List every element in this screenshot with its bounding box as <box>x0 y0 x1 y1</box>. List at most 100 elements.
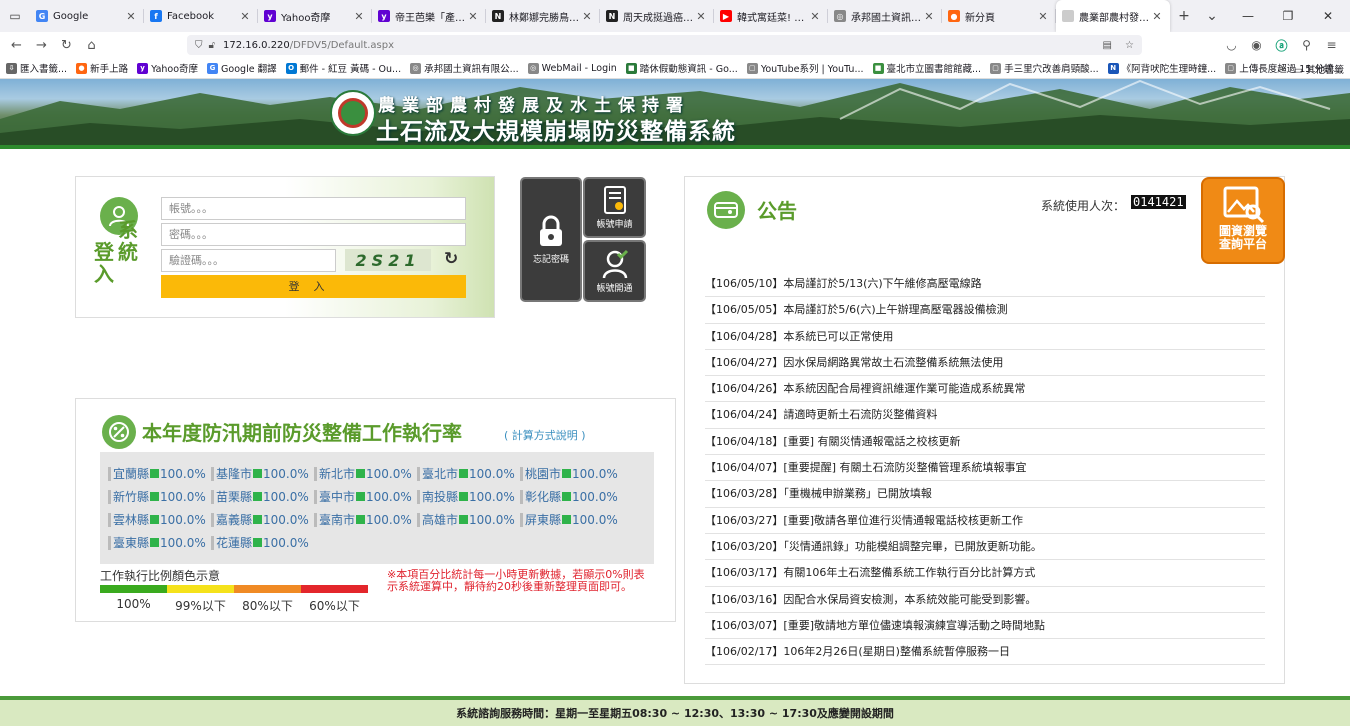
forgot-password-button[interactable]: 忘記密碼 <box>520 177 582 302</box>
pocket-icon[interactable]: ◡ <box>1219 35 1244 55</box>
announcement-item[interactable]: 【106/04/26】本系統因配合局裡資訊維運作業可能造成系統異常 <box>705 376 1265 403</box>
county-rate-cell[interactable]: 彰化縣 100.0% <box>520 488 623 505</box>
close-tab-icon[interactable]: ✕ <box>466 10 480 23</box>
bookmark-item[interactable]: N 《阿背吠陀生理時鐘... <box>1107 61 1216 75</box>
announcement-item[interactable]: 【106/04/07】[重要提醒] 有關土石流防災整備管理系統填報事宜 <box>705 455 1265 482</box>
bookmarks-overflow-icon[interactable]: » <box>1280 63 1286 74</box>
close-tab-icon[interactable]: ✕ <box>1150 10 1164 23</box>
bookmark-item[interactable]: ■ 踏休假動態資訊 - Go... <box>625 61 738 75</box>
browser-tab[interactable]: y Yahoo奇摩 ✕ <box>258 0 372 32</box>
bookmark-item[interactable]: ■ 臺北市立圖書館館藏... <box>872 61 981 75</box>
password-input[interactable]: 密碼。。。 <box>161 223 466 246</box>
lock-icon[interactable]: 🔓︎ <box>209 40 215 51</box>
county-rate-cell[interactable]: 桃園市 100.0% <box>520 465 623 482</box>
account-input[interactable]: 帳號。。。 <box>161 197 466 220</box>
county-rate-cell[interactable]: 南投縣 100.0% <box>417 488 520 505</box>
apply-account-button[interactable]: 帳號申請 <box>583 177 646 238</box>
close-tab-icon[interactable]: ✕ <box>238 10 252 23</box>
county-rate-cell[interactable]: 苗栗縣 100.0% <box>211 488 314 505</box>
announcement-item[interactable]: 【106/04/24】請適時更新土石流防災整備資料 <box>705 402 1265 429</box>
close-tab-icon[interactable]: ✕ <box>808 10 822 23</box>
tab-list-icon[interactable]: ▭ <box>0 0 30 32</box>
bookmark-favicon-icon: ■ <box>625 62 637 74</box>
refresh-captcha-icon[interactable]: ↻ <box>444 250 462 268</box>
county-name: 南投縣 <box>422 490 459 504</box>
home-icon[interactable]: ⌂ <box>79 33 104 57</box>
shield-icon[interactable]: ⛉ <box>195 40 203 51</box>
extension-a-icon[interactable]: ⓐ <box>1269 35 1294 55</box>
bookmark-item[interactable]: ◎ 承邦國土資訊有限公... <box>410 61 519 75</box>
browser-tab[interactable]: y 帝王芭樂「產量僅剩✕ <box>372 0 486 32</box>
browser-tab[interactable]: f Facebook ✕ <box>144 0 258 32</box>
bookmark-star-icon[interactable]: ☆ <box>1125 40 1134 51</box>
browser-tab[interactable]: N 周天成挺過癌症低米✕ <box>600 0 714 32</box>
announcement-item[interactable]: 【106/03/20】「災情通訊錄」功能模組調整完畢，已開放更新功能。 <box>705 534 1265 561</box>
other-bookmarks-label: 其他書籤 <box>1305 64 1344 76</box>
announcement-item[interactable]: 【106/03/27】[重要]敬請各單位進行災情通報電話校核更新工作 <box>705 508 1265 534</box>
announcement-item[interactable]: 【106/05/10】本局謹訂於5/13(六)下午維修高壓電線路 <box>705 271 1265 298</box>
county-rate-cell[interactable]: 新竹縣 100.0% <box>108 488 211 505</box>
maximize-icon[interactable]: ❐ <box>1268 0 1308 32</box>
bookmark-item[interactable]: ◎ WebMail - Login <box>527 62 617 74</box>
county-rate-cell[interactable]: 臺南市 100.0% <box>314 511 417 528</box>
announcement-item[interactable]: 【106/03/17】有關106年土石流整備系統工作執行百分比計算方式 <box>705 560 1265 587</box>
close-tab-icon[interactable]: ✕ <box>694 10 708 23</box>
extensions-icon[interactable]: ⚲ <box>1294 35 1319 55</box>
county-rate-cell[interactable]: 基隆市 100.0% <box>211 465 314 482</box>
other-bookmarks[interactable]: ▭ 其他書籤 <box>1294 62 1344 76</box>
bookmark-item[interactable]: G Google 翻譯 <box>207 61 277 75</box>
browser-tab[interactable]: G Google ✕ <box>30 0 144 32</box>
county-rate-cell[interactable]: 屏東縣 100.0% <box>520 511 623 528</box>
close-tab-icon[interactable]: ✕ <box>922 10 936 23</box>
county-rate-cell[interactable]: 嘉義縣 100.0% <box>211 511 314 528</box>
close-tab-icon[interactable]: ✕ <box>1036 10 1050 23</box>
county-rate-cell[interactable]: 臺東縣 100.0% <box>108 534 211 551</box>
close-tab-icon[interactable]: ✕ <box>352 10 366 23</box>
map-gallery-button[interactable]: 圖資瀏覽 查詢平台 <box>1201 177 1285 264</box>
county-rate-cell[interactable]: 高雄市 100.0% <box>417 511 520 528</box>
calculation-help-link[interactable]: ( 計算方式說明 ) <box>504 427 586 443</box>
account-icon[interactable]: ◉ <box>1244 35 1269 55</box>
bookmark-item[interactable]: ● 新手上路 <box>76 61 128 75</box>
bookmark-item[interactable]: ▢ YouTube系列 | YouTu... <box>746 61 864 75</box>
county-rate-cell[interactable]: 雲林縣 100.0% <box>108 511 211 528</box>
close-tab-icon[interactable]: ✕ <box>124 10 138 23</box>
login-button[interactable]: 登入 <box>161 275 466 298</box>
browser-tab[interactable]: N 林鄭娜完勝鳥益別判✕ <box>486 0 600 32</box>
back-icon[interactable]: ← <box>4 33 29 57</box>
announcement-item[interactable]: 【106/04/27】因水保局網路異常故土石流整備系統無法使用 <box>705 350 1265 377</box>
close-tab-icon[interactable]: ✕ <box>580 10 594 23</box>
browser-tab[interactable]: 農業部農村發展及水土保✕ <box>1056 0 1170 32</box>
announcement-item[interactable]: 【106/05/05】本局謹訂於5/6(六)上午辦理高壓電器設備檢測 <box>705 297 1265 324</box>
reload-icon[interactable]: ↻ <box>54 33 79 57</box>
announcement-item[interactable]: 【106/03/07】[重要]敬請地方單位儘速填報演練宣導活動之時間地點 <box>705 613 1265 640</box>
bookmark-item[interactable]: ⇩ 匯入書籤... <box>6 61 67 75</box>
bookmark-item[interactable]: O 郵件 - 紅豆 黃碼 - Ou... <box>285 61 401 75</box>
announcement-item[interactable]: 【106/04/18】[重要] 有關災情通報電話之校核更新 <box>705 429 1265 456</box>
browser-tab[interactable]: ▶ 韓式寓廷菜! 蒸牛排✕ <box>714 0 828 32</box>
url-bar[interactable]: ⛉ 🔓︎ 172.16.0.220/DFDV5/Default.aspx ▤ ☆ <box>187 35 1142 55</box>
county-rate-cell[interactable]: 臺北市 100.0% <box>417 465 520 482</box>
minimize-icon[interactable]: — <box>1228 0 1268 32</box>
announcement-item[interactable]: 【106/03/16】因配合水保局資安檢測，本系統效能可能受到影響。 <box>705 587 1265 613</box>
close-window-icon[interactable]: ✕ <box>1308 0 1348 32</box>
bookmark-item[interactable]: y Yahoo奇摩 <box>137 61 198 75</box>
forward-icon[interactable]: → <box>29 33 54 57</box>
county-rate-cell[interactable]: 臺中市 100.0% <box>314 488 417 505</box>
forgot-password-label: 忘記密碼 <box>532 255 569 265</box>
activate-account-button[interactable]: 帳號開通 <box>583 240 646 302</box>
county-rate-cell[interactable]: 宜蘭縣 100.0% <box>108 465 211 482</box>
captcha-input[interactable]: 驗證碼。。。 <box>161 249 336 272</box>
bookmark-item[interactable]: ▢ 手三里穴改善肩頸酸... <box>990 61 1099 75</box>
announcement-item[interactable]: 【106/03/28】「重機械申辦業務」已開放填報 <box>705 481 1265 508</box>
new-tab-icon[interactable]: + <box>1170 0 1198 32</box>
reader-view-icon[interactable]: ▤ <box>1103 40 1112 51</box>
browser-tab[interactable]: ◎ 承邦國土資訊有限公司-✕ <box>828 0 942 32</box>
county-rate-cell[interactable]: 新北市 100.0% <box>314 465 417 482</box>
county-rate-cell[interactable]: 花蓮縣 100.0% <box>211 534 314 551</box>
announcement-item[interactable]: 【106/02/17】106年2月26日(星期日)整備系統暫停服務一日 <box>705 639 1265 666</box>
announcement-item[interactable]: 【106/04/28】本系統已可以正常使用 <box>705 324 1265 350</box>
browser-tab[interactable]: ● 新分頁 ✕ <box>942 0 1056 32</box>
tab-overflow-chevron-icon[interactable]: ⌄ <box>1198 0 1226 32</box>
menu-icon[interactable]: ≡ <box>1319 35 1344 55</box>
